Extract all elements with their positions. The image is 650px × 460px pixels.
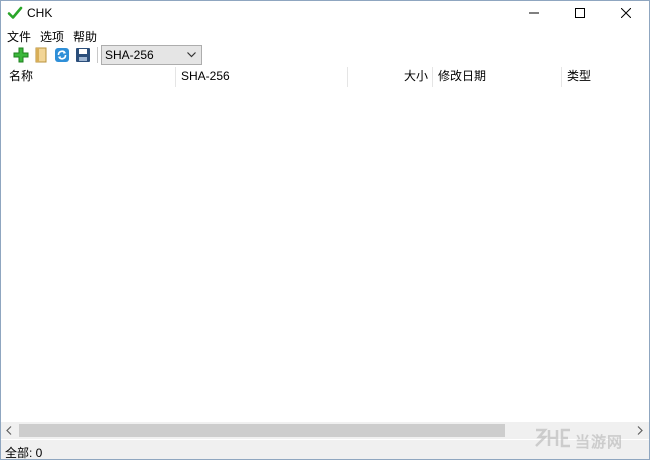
list-header: 名称 SHA-256 大小 修改日期 类型: [1, 66, 649, 88]
app-window: CHK 文件 选项 帮助 SHA-256 名称 SHA-256 大小 修改日期 …: [0, 0, 650, 460]
menu-help[interactable]: 帮助: [71, 28, 99, 45]
toolbar: SHA-256: [1, 44, 649, 67]
column-header-size-label: 大小: [403, 69, 428, 83]
column-header-modified-label: 修改日期: [438, 69, 487, 83]
column-header-name[interactable]: 名称: [1, 66, 175, 88]
scroll-left-button[interactable]: [1, 422, 18, 439]
column-header-type[interactable]: 类型: [562, 66, 649, 88]
refresh-icon: [55, 48, 69, 62]
open-button[interactable]: [32, 46, 50, 64]
minimize-button[interactable]: [511, 1, 557, 25]
column-header-size[interactable]: 大小: [348, 66, 432, 88]
add-icon: [13, 47, 29, 63]
menu-options[interactable]: 选项: [38, 28, 66, 45]
column-header-type-label: 类型: [567, 69, 592, 83]
status-text: 全部: 0: [5, 446, 43, 460]
watermark-logo: 当游网: [533, 426, 645, 454]
watermark-mark-icon: [535, 428, 570, 448]
chevron-down-icon: [187, 52, 196, 58]
column-header-name-label: 名称: [9, 69, 34, 83]
menu-file[interactable]: 文件: [5, 28, 33, 45]
file-list[interactable]: [1, 88, 649, 421]
column-header-sha256-label: SHA-256: [181, 69, 230, 83]
save-icon: [76, 48, 90, 62]
toolbar-separator: [97, 47, 98, 63]
checkmark-icon: [7, 5, 23, 21]
title-bar[interactable]: CHK: [1, 1, 649, 25]
algorithm-select[interactable]: SHA-256: [101, 45, 202, 65]
watermark-text: 当游网: [575, 434, 624, 451]
refresh-button[interactable]: [53, 46, 71, 64]
menu-bar: 文件 选项 帮助: [1, 25, 649, 44]
maximize-button[interactable]: [557, 1, 603, 25]
chevron-left-icon: [6, 426, 12, 435]
save-button[interactable]: [74, 46, 92, 64]
maximize-icon: [575, 8, 585, 18]
column-header-sha256[interactable]: SHA-256: [176, 66, 347, 88]
close-button[interactable]: [603, 1, 649, 25]
scrollbar-thumb[interactable]: [19, 424, 505, 437]
window-title: CHK: [27, 6, 53, 20]
add-button[interactable]: [12, 46, 30, 64]
algorithm-select-value: SHA-256: [105, 48, 154, 62]
column-header-modified[interactable]: 修改日期: [433, 66, 561, 88]
open-icon: [35, 47, 47, 63]
minimize-icon: [529, 12, 539, 14]
close-icon: [621, 8, 631, 18]
